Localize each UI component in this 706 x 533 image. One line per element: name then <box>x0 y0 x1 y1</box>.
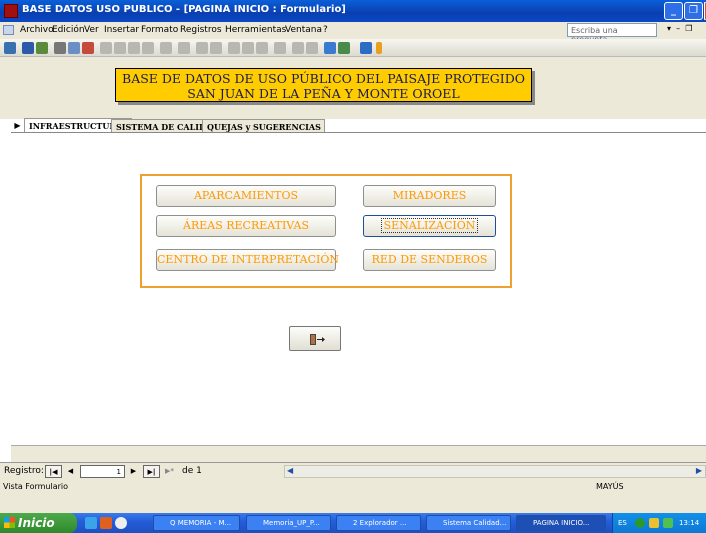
hyperlink-icon[interactable] <box>178 42 190 54</box>
next-record-button[interactable]: ▶ <box>127 465 140 478</box>
media-icon[interactable] <box>100 517 112 529</box>
menu-formato[interactable]: Formato <box>141 25 178 35</box>
taskbar-explorador[interactable]: 2 Explorador ... <box>336 515 421 531</box>
database-window-icon[interactable] <box>324 42 336 54</box>
apply-filter-icon[interactable] <box>256 42 268 54</box>
status-view-mode: Vista Formulario <box>3 482 69 491</box>
horizontal-scrollbar[interactable]: ◀ ▶ <box>284 465 706 478</box>
new-object-icon[interactable] <box>338 42 350 54</box>
menu-insertar[interactable]: Insertar <box>104 25 139 35</box>
last-record-button[interactable]: ▶| <box>143 465 160 478</box>
record-count: de 1 <box>182 466 202 476</box>
sort-ascending-icon[interactable] <box>196 42 208 54</box>
taskbar-pagina-inicio[interactable]: PAGINA INICIO... <box>516 515 606 531</box>
taskbar: Inicio Q MEMORIA - M... Memoria_UP_P... … <box>0 513 706 533</box>
centro-interpretacion-button[interactable]: CENTRO DE INTERPRETACIÓN <box>156 249 339 271</box>
red-senderos-button[interactable]: RED DE SENDEROS <box>363 249 496 271</box>
new-record-icon[interactable] <box>292 42 304 54</box>
show-desktop-icon[interactable] <box>85 517 97 529</box>
access-app-icon[interactable] <box>4 4 18 18</box>
document-window-controls[interactable]: ▾ – ❐ <box>667 24 692 33</box>
print-preview-icon[interactable] <box>68 42 80 54</box>
delete-record-icon[interactable] <box>306 42 318 54</box>
menu-archivo[interactable]: Archivo <box>20 25 54 35</box>
network-icon[interactable] <box>635 518 645 528</box>
maximize-button[interactable]: ❐ <box>684 2 703 20</box>
help-icon[interactable] <box>360 42 372 54</box>
cut-icon[interactable] <box>100 42 112 54</box>
menu-ayuda[interactable]: ? <box>323 25 328 35</box>
scroll-left-icon[interactable]: ◀ <box>287 466 293 475</box>
search-file-icon[interactable] <box>36 42 48 54</box>
system-tray: ES 13:14 <box>612 513 706 533</box>
banner-line-1: BASE DE DATOS DE USO PÚBLICO DEL PAISAJE… <box>122 71 525 86</box>
minimize-button[interactable]: _ <box>664 2 683 20</box>
taskbar-sistema-calidad[interactable]: Sistema Calidad... <box>426 515 511 531</box>
record-label: Registro: <box>4 466 44 476</box>
title-bar: BASE DATOS USO PUBLICO - [PAGINA INICIO … <box>0 0 706 22</box>
red-senderos-label: RED DE SENDEROS <box>371 253 488 266</box>
toolbar-options-icon[interactable] <box>376 42 382 54</box>
view-icon[interactable] <box>4 42 16 54</box>
start-button[interactable]: Inicio <box>0 513 77 533</box>
senalizacion-button[interactable]: SEÑALIZACIÓN <box>363 215 496 237</box>
taskbar-memoria-up[interactable]: Memoria_UP_P... <box>246 515 331 531</box>
filter-by-form-icon[interactable] <box>242 42 254 54</box>
clock: 13:14 <box>679 519 700 527</box>
copy-icon[interactable] <box>114 42 126 54</box>
toolbar <box>0 39 706 57</box>
menu-ventana[interactable]: Ventana <box>285 25 322 35</box>
menu-registros[interactable]: Registros <box>180 25 222 35</box>
new-record-button[interactable]: ▶* <box>162 465 177 478</box>
menu-edicion[interactable]: Edición <box>52 25 85 35</box>
senalizacion-label: SEÑALIZACIÓN <box>380 218 479 233</box>
browser-icon[interactable] <box>115 517 127 529</box>
volume-icon[interactable] <box>663 518 673 528</box>
centro-interpretacion-label: CENTRO DE INTERPRETACIÓN <box>157 253 339 266</box>
exit-door-icon <box>310 334 325 345</box>
form-title-banner: BASE DE DATOS DE USO PÚBLICO DEL PAISAJE… <box>115 68 532 102</box>
menu-herramientas[interactable]: Herramientas <box>225 25 286 35</box>
banner-line-2: SAN JUAN DE LA PEÑA Y MONTE OROEL <box>187 86 460 101</box>
find-icon[interactable] <box>274 42 286 54</box>
document-icon[interactable] <box>3 25 14 35</box>
windows-logo-icon <box>4 517 15 528</box>
window-title: BASE DATOS USO PUBLICO - [PAGINA INICIO … <box>22 4 346 15</box>
print-icon[interactable] <box>54 42 66 54</box>
spelling-icon[interactable] <box>82 42 94 54</box>
record-number-field[interactable]: 1 <box>80 465 125 478</box>
sort-descending-icon[interactable] <box>210 42 222 54</box>
format-painter-icon[interactable] <box>142 42 154 54</box>
record-navigation-bar: Registro: |◀ ◀ 1 ▶ ▶| ▶* de 1 ◀ ▶ <box>0 462 706 480</box>
miradores-button[interactable]: MIRADORES <box>363 185 496 207</box>
paste-icon[interactable] <box>128 42 140 54</box>
areas-recreativas-label: ÁREAS RECREATIVAS <box>183 219 309 232</box>
menu-ver[interactable]: Ver <box>84 25 99 35</box>
status-caps-indicator: MAYÚS <box>596 482 624 491</box>
undo-icon[interactable] <box>160 42 172 54</box>
scroll-right-icon[interactable]: ▶ <box>696 466 702 475</box>
previous-record-button[interactable]: ◀ <box>64 465 77 478</box>
menu-bar: Archivo Edición Ver Insertar Formato Reg… <box>0 22 706 44</box>
language-indicator[interactable]: ES <box>618 513 627 533</box>
aparcamientos-button[interactable]: APARCAMIENTOS <box>156 185 336 207</box>
save-icon[interactable] <box>22 42 34 54</box>
status-bar: Vista Formulario MAYÚS <box>0 480 706 513</box>
record-selector[interactable]: ▶ <box>11 120 24 132</box>
filter-by-selection-icon[interactable] <box>228 42 240 54</box>
security-icon[interactable] <box>649 518 659 528</box>
miradores-label: MIRADORES <box>392 189 467 202</box>
first-record-button[interactable]: |◀ <box>45 465 62 478</box>
taskbar-memoria-word[interactable]: Q MEMORIA - M... <box>153 515 240 531</box>
exit-button[interactable] <box>289 326 341 351</box>
areas-recreativas-button[interactable]: ÁREAS RECREATIVAS <box>156 215 336 237</box>
aparcamientos-label: APARCAMIENTOS <box>193 189 299 202</box>
start-label: Inicio <box>18 516 55 530</box>
form-footer <box>11 445 706 462</box>
help-question-input[interactable]: Escriba una pregunta <box>567 23 657 44</box>
